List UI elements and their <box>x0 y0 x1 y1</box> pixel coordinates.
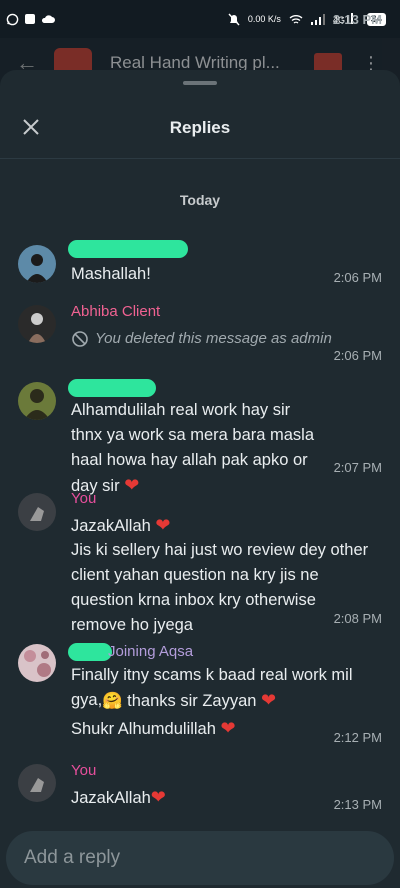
avatar[interactable] <box>18 764 56 802</box>
message-line: 🤗 thanks sir Zayyan ❤ <box>102 690 277 710</box>
whatsapp-icon <box>6 13 19 25</box>
avatar[interactable] <box>18 245 56 283</box>
cloud-icon <box>41 15 55 23</box>
reply-item[interactable]: Mashallah! 2:06 PM <box>0 236 400 290</box>
sheet-header: Replies <box>0 100 400 159</box>
message-time: 2:13 PM <box>333 797 382 812</box>
message-time: 2:07 PM <box>333 460 382 475</box>
red-heart-icon: ❤ <box>155 515 171 535</box>
message-text: Alhamdulilah real work hay sir thnx ya w… <box>71 401 315 495</box>
avatar[interactable] <box>18 305 56 343</box>
sender-name: Abhiba Client <box>71 303 161 320</box>
message-time: 2:06 PM <box>333 348 382 363</box>
hugging-face-icon: 🤗 <box>102 692 123 710</box>
message-time: 2:12 PM <box>333 730 382 745</box>
sender-name: You <box>71 762 97 779</box>
notification-square-icon <box>25 14 35 24</box>
reply-item[interactable]: Joining Aqsa Finally itny scams k baad r… <box>0 638 400 752</box>
wifi-icon <box>289 14 303 24</box>
status-time: 2:13 PM <box>332 11 382 27</box>
signal-icon <box>310 13 325 25</box>
redacted-sender <box>68 643 112 661</box>
red-heart-icon: ❤ <box>220 718 236 738</box>
message-time: 2:06 PM <box>333 270 382 285</box>
network-speed: 0.00 K/s <box>247 14 281 24</box>
reply-bar: Add a reply <box>0 831 400 888</box>
deleted-text: You deleted this message as admin <box>95 330 332 347</box>
drag-handle[interactable] <box>183 81 217 85</box>
sender-name: Joining Aqsa <box>108 643 194 660</box>
avatar[interactable] <box>18 493 56 531</box>
redacted-sender <box>68 240 188 258</box>
avatar[interactable] <box>18 382 56 420</box>
reply-placeholder: Add a reply <box>24 847 121 868</box>
reply-item[interactable]: Alhamdulilah real work hay sir thnx ya w… <box>0 374 400 495</box>
status-bar: 2:13 PM 0.00 K/s 4G 34 <box>0 0 400 38</box>
mute-bell-icon <box>228 13 240 25</box>
red-heart-icon: ❤ <box>261 690 277 710</box>
sheet-title: Replies <box>169 118 231 137</box>
reply-item[interactable]: You JazakAllah❤ 2:13 PM <box>0 760 400 820</box>
red-heart-icon: ❤ <box>150 787 166 807</box>
avatar[interactable] <box>18 644 56 682</box>
message-line: JazakAllah ❤ <box>71 515 171 535</box>
message-time: 2:08 PM <box>333 611 382 626</box>
reply-item[interactable]: Abhiba Client You deleted this message a… <box>0 300 400 364</box>
blocked-icon <box>72 330 88 347</box>
redacted-sender <box>68 379 156 397</box>
date-label: Today <box>179 192 221 208</box>
message-text: Jis ki sellery hai just wo review dey ot… <box>71 541 369 634</box>
reply-item[interactable]: You JazakAllah ❤ Jis ki sellery hai just… <box>0 488 400 634</box>
sender-name: You <box>71 490 97 507</box>
reply-input[interactable]: Add a reply <box>6 831 394 885</box>
